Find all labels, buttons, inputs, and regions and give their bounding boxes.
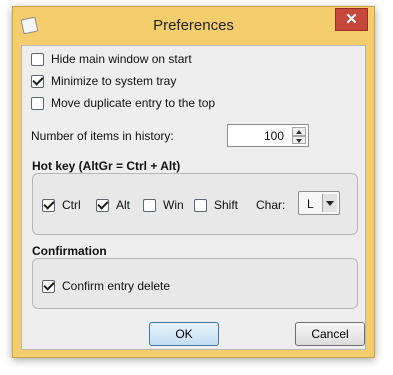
hotkey-section-title: Hot key (AltGr = Ctrl + Alt)	[32, 159, 181, 173]
dialog-content: Hide main window on start Minimize to sy…	[21, 45, 366, 350]
ctrl-checkbox[interactable]	[42, 198, 55, 212]
window-title: Preferences	[153, 17, 234, 34]
alt-label: Alt	[116, 198, 131, 212]
history-count-spinner[interactable]: 100	[227, 124, 309, 147]
minimize-to-tray-label: Minimize to system tray	[51, 74, 177, 88]
move-duplicate-checkbox[interactable]	[31, 96, 44, 110]
minimize-to-tray-option[interactable]: Minimize to system tray	[31, 74, 176, 88]
alt-option[interactable]: Alt	[96, 198, 130, 212]
history-count-value[interactable]: 100	[264, 129, 284, 143]
char-select[interactable]: L	[298, 191, 340, 215]
move-duplicate-label: Move duplicate entry to the top	[51, 96, 216, 110]
history-label: Number of items in history:	[31, 129, 174, 143]
spin-up-arrow-icon[interactable]	[292, 127, 306, 136]
confirm-delete-label: Confirm entry delete	[62, 279, 171, 293]
win-option[interactable]: Win	[143, 198, 184, 212]
move-duplicate-option[interactable]: Move duplicate entry to the top	[31, 96, 215, 110]
hide-main-window-option[interactable]: Hide main window on start	[31, 52, 192, 66]
confirmation-group: Confirm entry delete	[32, 258, 358, 309]
title-bar[interactable]: Preferences ✕	[13, 7, 374, 43]
hide-main-window-checkbox[interactable]	[31, 52, 44, 66]
spin-down-arrow-icon[interactable]	[292, 135, 306, 144]
shift-option[interactable]: Shift	[194, 198, 238, 212]
win-label: Win	[163, 198, 184, 212]
shift-label: Shift	[214, 198, 239, 212]
close-button[interactable]: ✕	[335, 8, 368, 31]
win-checkbox[interactable]	[143, 198, 156, 212]
char-select-value: L	[307, 197, 314, 211]
hide-main-window-label: Hide main window on start	[51, 52, 192, 66]
minimize-to-tray-checkbox[interactable]	[31, 74, 44, 88]
shift-checkbox[interactable]	[194, 198, 207, 212]
char-label: Char:	[256, 198, 286, 212]
char-label-row: Char:	[256, 198, 285, 212]
spinner-buttons	[292, 127, 306, 144]
chevron-down-icon[interactable]	[322, 194, 337, 212]
ctrl-label: Ctrl	[62, 198, 81, 212]
confirm-delete-option[interactable]: Confirm entry delete	[42, 279, 170, 293]
confirmation-section-title: Confirmation	[32, 244, 107, 258]
ctrl-option[interactable]: Ctrl	[42, 198, 81, 212]
cancel-button[interactable]: Cancel	[295, 322, 365, 346]
confirm-delete-checkbox[interactable]	[42, 279, 55, 293]
preferences-window: Preferences ✕ Hide main window on start …	[12, 6, 375, 358]
ok-button[interactable]: OK	[149, 322, 219, 346]
close-icon: ✕	[345, 11, 358, 28]
history-label-row: Number of items in history:	[31, 129, 174, 143]
alt-checkbox[interactable]	[96, 198, 109, 212]
